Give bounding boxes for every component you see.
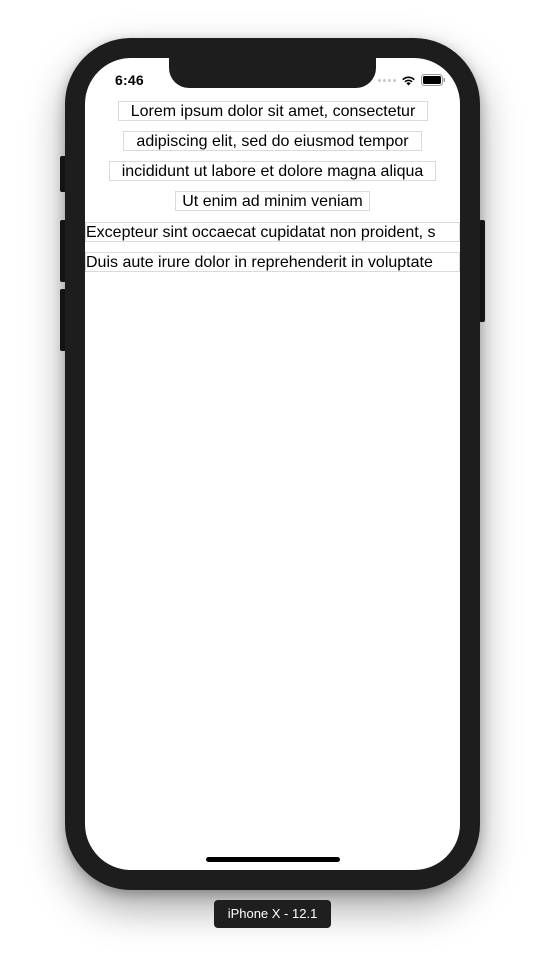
text-label: Ut enim ad minim veniam bbox=[175, 191, 370, 211]
text-label: Duis aute irure dolor in reprehenderit i… bbox=[85, 252, 460, 272]
home-indicator[interactable] bbox=[206, 857, 340, 862]
text-label: incididunt ut labore et dolore magna ali… bbox=[109, 161, 436, 181]
text-label: Lorem ipsum dolor sit amet, consectetur bbox=[118, 101, 428, 121]
status-time: 6:46 bbox=[115, 72, 144, 88]
text-label: adipiscing elit, sed do eiusmod tempor bbox=[123, 131, 422, 151]
wifi-icon bbox=[402, 75, 415, 85]
battery-icon bbox=[421, 74, 446, 86]
text-label: Excepteur sint occaecat cupidatat non pr… bbox=[85, 222, 460, 242]
cellular-signal-icon bbox=[378, 78, 396, 82]
device-screen: 6:46 Lorem ipsum dolor sit amet, consect… bbox=[85, 58, 460, 870]
device-label: iPhone X - 12.1 bbox=[214, 900, 331, 928]
notch bbox=[169, 58, 376, 88]
status-indicators bbox=[378, 74, 446, 86]
simulator-stage: 6:46 Lorem ipsum dolor sit amet, consect… bbox=[0, 0, 545, 964]
